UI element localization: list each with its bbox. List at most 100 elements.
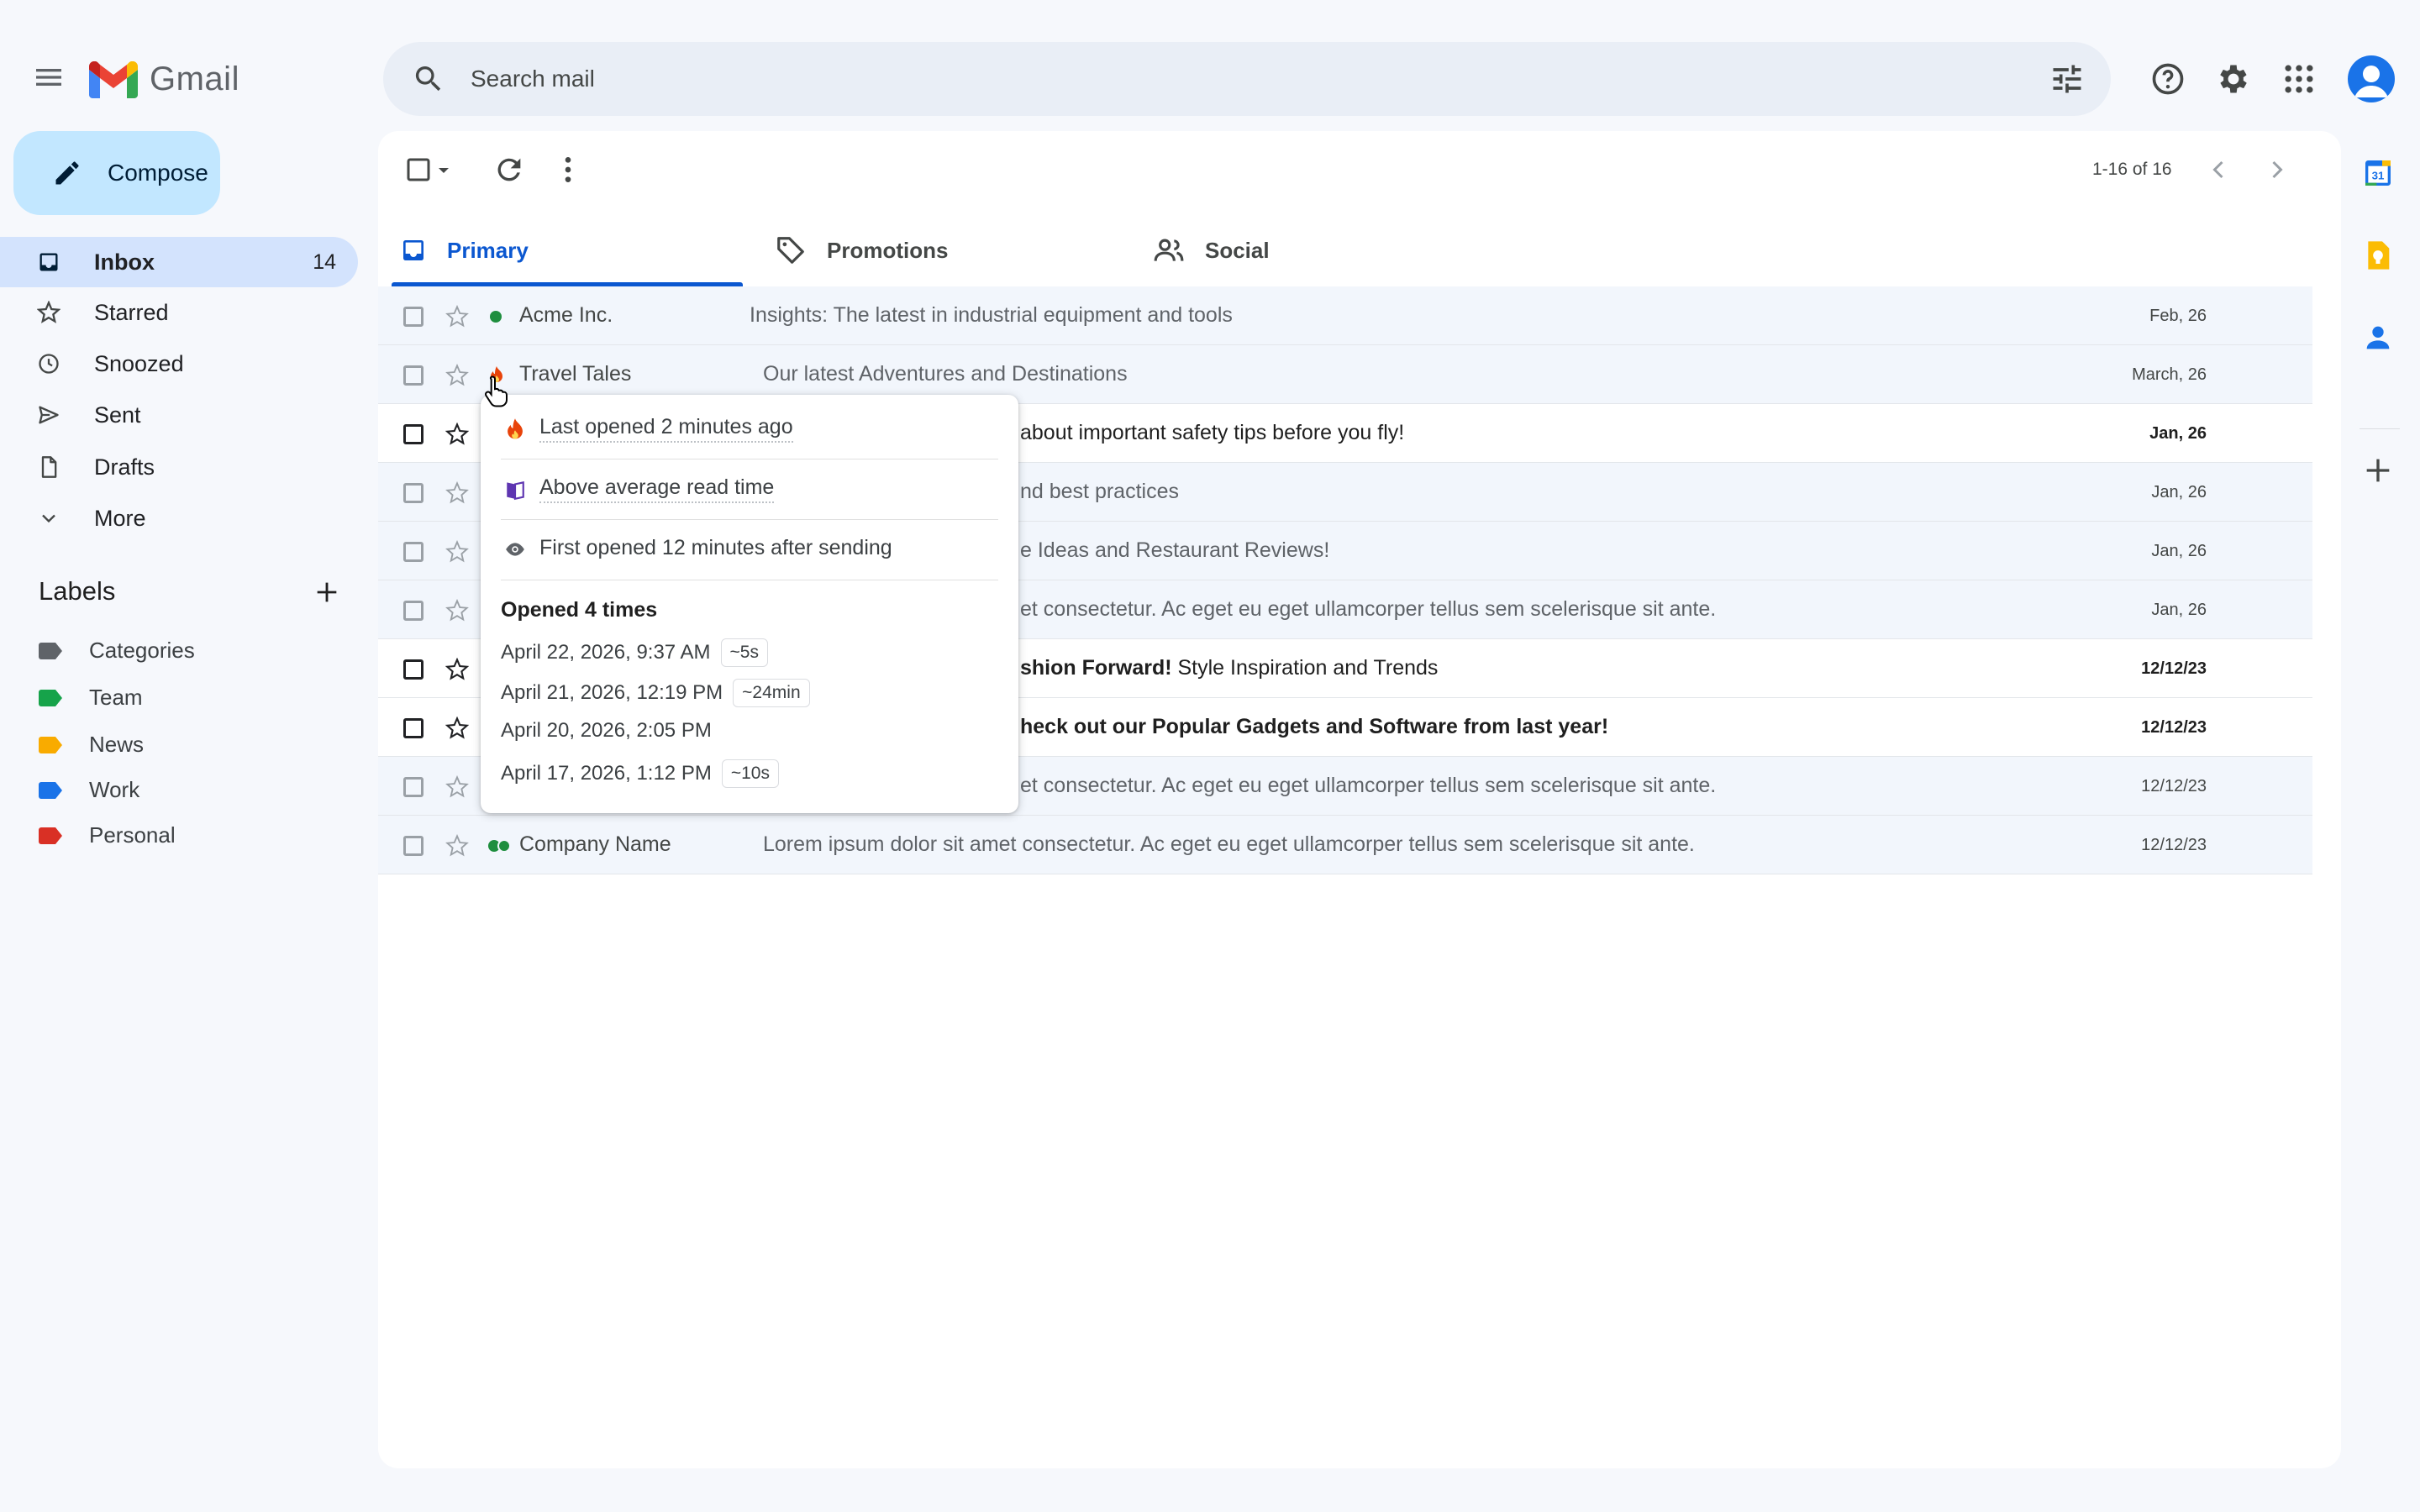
star-icon[interactable]	[445, 717, 469, 740]
compose-label: Compose	[108, 160, 208, 186]
contacts-addon-button[interactable]	[2361, 321, 2398, 358]
sidebar-item-label: Snoozed	[94, 350, 184, 376]
row-checkbox[interactable]	[403, 424, 424, 444]
row-checkbox[interactable]	[403, 483, 424, 503]
popover-divider	[501, 519, 998, 520]
open-event-time: April 22, 2026, 9:37 AM	[501, 641, 711, 664]
more-actions-button[interactable]	[551, 153, 585, 186]
sidebar-item-inbox[interactable]: Inbox 14	[0, 237, 358, 287]
contacts-person-icon	[2366, 326, 2390, 349]
tab-label: Primary	[447, 237, 529, 263]
email-date: 12/12/23	[2141, 777, 2207, 795]
email-row[interactable]: Acme Inc. Insights: The latest in indust…	[378, 286, 2312, 345]
sidebar-item-label: More	[94, 505, 146, 531]
app-title: Gmail	[150, 60, 239, 97]
row-checkbox[interactable]	[403, 718, 424, 738]
gmail-logo[interactable]: Gmail	[89, 60, 239, 98]
open-event: April 17, 2026, 1:12 PM ~10s	[501, 759, 779, 788]
inbox-icon	[39, 253, 58, 271]
row-checkbox[interactable]	[403, 659, 424, 680]
star-icon[interactable]	[445, 834, 469, 858]
chevron-down-icon	[42, 514, 55, 523]
last-opened-text: Last opened 2 minutes ago	[539, 415, 793, 443]
search-icon[interactable]	[412, 62, 445, 96]
label-tag-icon	[39, 690, 62, 706]
sidebar-item-sent[interactable]: Sent	[0, 390, 358, 440]
settings-button[interactable]	[2215, 60, 2252, 97]
green-status-dot-icon	[490, 311, 502, 323]
send-icon	[39, 406, 59, 424]
open-event-time: April 17, 2026, 1:12 PM	[501, 762, 712, 785]
open-event-duration: ~5s	[720, 638, 768, 667]
tab-social[interactable]: Social	[1153, 215, 1270, 286]
plus-icon	[317, 582, 337, 602]
email-row[interactable]: Company Name Lorem ipsum dolor sit amet …	[378, 816, 2312, 874]
email-date: 12/12/23	[2141, 718, 2207, 737]
more-vertical-icon	[565, 157, 571, 182]
row-checkbox[interactable]	[403, 777, 424, 797]
support-button[interactable]	[2149, 60, 2186, 97]
account-avatar[interactable]	[2348, 55, 2395, 102]
sidebar-item-label: Starred	[94, 299, 169, 325]
row-checkbox[interactable]	[403, 542, 424, 562]
read-time-text: Above average read time	[539, 475, 775, 503]
open-event: April 20, 2026, 2:05 PM	[501, 719, 712, 743]
label-tag-icon	[39, 643, 62, 659]
star-icon[interactable]	[445, 599, 469, 622]
pagination-count: 1-16 of 16	[2092, 160, 2172, 179]
sidebar-item-more[interactable]: More	[0, 493, 358, 543]
newer-page-button[interactable]	[2203, 153, 2233, 186]
sidebar-item-label: Drafts	[94, 454, 155, 480]
email-date: Jan, 26	[2149, 424, 2207, 443]
help-icon	[2152, 63, 2184, 95]
compose-button[interactable]: Compose	[13, 131, 220, 215]
select-all-checkbox[interactable]	[403, 153, 457, 186]
apps-button[interactable]	[2281, 60, 2317, 97]
star-icon[interactable]	[445, 775, 469, 799]
email-subject-rest: Style Inspiration and Trends	[1171, 656, 1439, 680]
draft-icon	[41, 456, 57, 478]
refresh-button[interactable]	[492, 153, 526, 186]
last-opened-item: Last opened 2 minutes ago	[504, 415, 793, 443]
row-checkbox[interactable]	[403, 601, 424, 621]
open-event-time: April 20, 2026, 2:05 PM	[501, 719, 712, 742]
search-bar[interactable]: Search mail	[383, 42, 2111, 116]
star-icon[interactable]	[445, 481, 469, 505]
tab-promotions[interactable]: Promotions	[775, 215, 948, 286]
sidebar-item-drafts[interactable]: Drafts	[0, 442, 358, 492]
star-icon[interactable]	[445, 658, 469, 681]
chevron-left-icon	[2212, 160, 2223, 179]
star-icon[interactable]	[445, 423, 469, 446]
sidebar-item-snoozed[interactable]: Snoozed	[0, 339, 358, 389]
first-opened-item: First opened 12 minutes after sending	[504, 536, 892, 562]
sidebar-item-label: Inbox	[94, 249, 155, 275]
star-icon[interactable]	[445, 364, 469, 387]
main-menu-button[interactable]	[32, 60, 66, 94]
calendar-addon-button[interactable]: 31	[2361, 156, 2398, 193]
open-event: April 21, 2026, 12:19 PM ~24min	[501, 679, 810, 707]
row-checkbox[interactable]	[403, 836, 424, 856]
row-checkbox[interactable]	[403, 307, 424, 327]
eye-icon	[506, 542, 524, 556]
email-date: Jan, 26	[2151, 601, 2207, 619]
email-date: Jan, 26	[2151, 542, 2207, 560]
mouse-cursor	[482, 375, 511, 408]
search-input[interactable]: Search mail	[471, 66, 595, 92]
email-subject: et consectetur. Ac eget eu eget ullamcor…	[1020, 597, 1717, 621]
search-options-icon[interactable]	[2049, 60, 2086, 97]
email-tracking-popover: Last opened 2 minutes ago Above average …	[481, 395, 1018, 813]
tab-primary[interactable]: Primary	[400, 215, 529, 286]
sidebar-item-starred[interactable]: Starred	[0, 287, 358, 338]
open-event-duration: ~10s	[721, 759, 779, 788]
star-icon[interactable]	[445, 540, 469, 564]
gmail-m-icon	[89, 60, 138, 98]
get-addons-button[interactable]	[2361, 454, 2398, 491]
older-page-button[interactable]	[2262, 153, 2292, 186]
add-label-button[interactable]	[313, 578, 341, 606]
row-checkbox[interactable]	[403, 365, 424, 386]
gear-icon	[2220, 65, 2247, 93]
email-subject: nd best practices	[1020, 480, 1179, 503]
email-sender: Company Name	[519, 832, 671, 856]
star-icon[interactable]	[445, 305, 469, 328]
keep-addon-button[interactable]	[2361, 239, 2398, 276]
